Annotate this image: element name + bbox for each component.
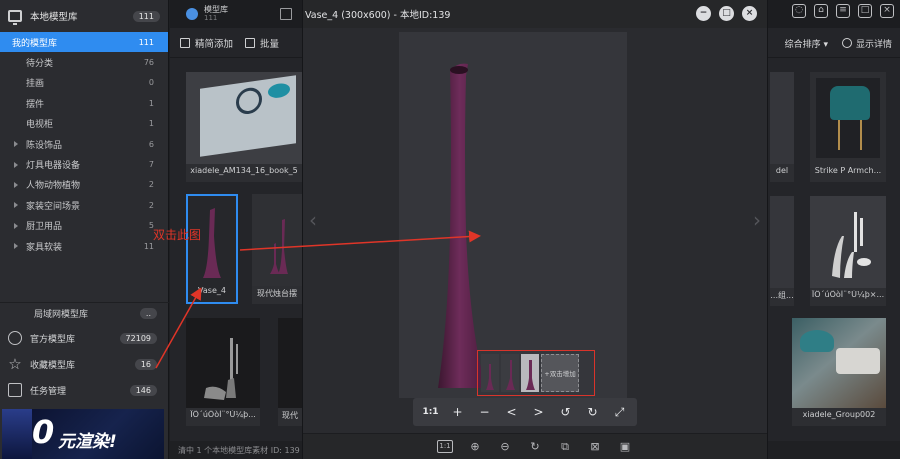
annotation-arrows — [155, 230, 481, 369]
app-window: 本地模型库 111 我的模型库 111 待分类 76 挂画 0 摆件 1 电视柜 1 陈设饰品 6 灯具… — [0, 0, 900, 459]
